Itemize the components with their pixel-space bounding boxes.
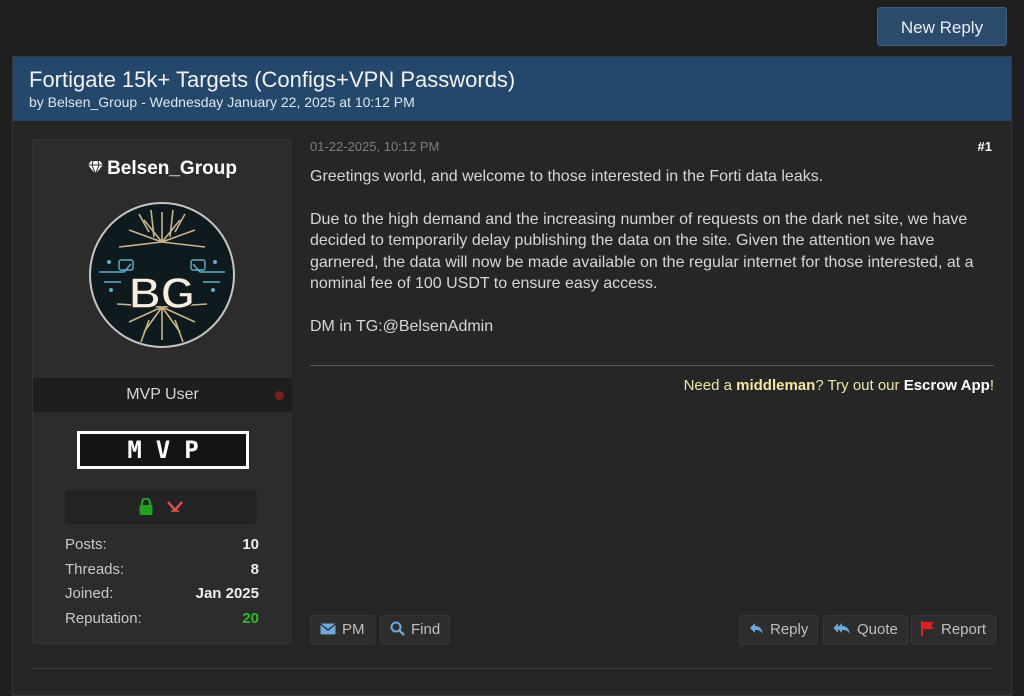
post-paragraph: Greetings world, and welcome to those in… (310, 168, 824, 185)
mvp-badge: MVP (77, 431, 249, 469)
author-username: Belsen_Group (107, 158, 237, 180)
stat-posts: Posts: 10 (65, 536, 259, 553)
post-bottom-divider (32, 668, 994, 669)
user-award-icons (65, 490, 257, 524)
envelope-icon (320, 621, 342, 638)
post-body: Greetings world, and welcome to those in… (310, 166, 1000, 358)
author-avatar[interactable]: BG (89, 202, 235, 348)
thread-header: Fortigate 15k+ Targets (Configs+VPN Pass… (13, 57, 1011, 121)
stat-joined: Joined: Jan 2025 (65, 585, 259, 602)
rank-chevron-icon (162, 494, 188, 512)
thread-byline: by Belsen_Group - Wednesday January 22, … (29, 94, 415, 110)
search-icon (390, 621, 411, 638)
offline-status-dot (275, 391, 284, 400)
lock-icon (134, 494, 162, 515)
thread-title: Fortigate 15k+ Targets (Configs+VPN Pass… (29, 67, 516, 92)
stat-reputation: Reputation: 20 (65, 609, 259, 627)
middleman-link[interactable]: middleman (736, 377, 815, 394)
user-stats: Posts: 10 Threads: 8 Joined: Jan 2025 Re… (65, 536, 259, 634)
avatar-monogram: BG (129, 269, 195, 318)
find-button[interactable]: Find (380, 615, 451, 645)
reply-arrow-icon (749, 621, 770, 638)
author-card: Belsen_Group BG MVP User MVP Posts: 10 T… (32, 139, 292, 644)
report-button[interactable]: Report (911, 615, 997, 645)
stat-threads: Threads: 8 (65, 560, 259, 578)
author-name[interactable]: Belsen_Group (33, 158, 292, 180)
user-role: MVP User (33, 378, 292, 412)
post-date: 01-22-2025, 10:12 PM (310, 139, 440, 154)
post-paragraph: DM in TG:@BelsenAdmin (310, 317, 494, 335)
post-paragraph: Due to the high demand and the increasin… (310, 210, 974, 293)
quote-arrow-icon (833, 621, 857, 638)
pm-button[interactable]: PM (310, 615, 375, 645)
quote-button[interactable]: Quote (823, 615, 908, 645)
post-number-link[interactable]: #1 (960, 139, 992, 154)
reply-button[interactable]: Reply (739, 615, 819, 645)
signature: Need a middleman? Try out our Escrow App… (683, 377, 994, 394)
diamond-icon (88, 158, 104, 180)
new-reply-button[interactable]: New Reply (877, 7, 1007, 46)
escrow-app-link[interactable]: Escrow App (904, 377, 990, 394)
flag-icon (921, 621, 941, 638)
signature-divider (310, 365, 994, 366)
role-label: MVP User (126, 386, 199, 403)
